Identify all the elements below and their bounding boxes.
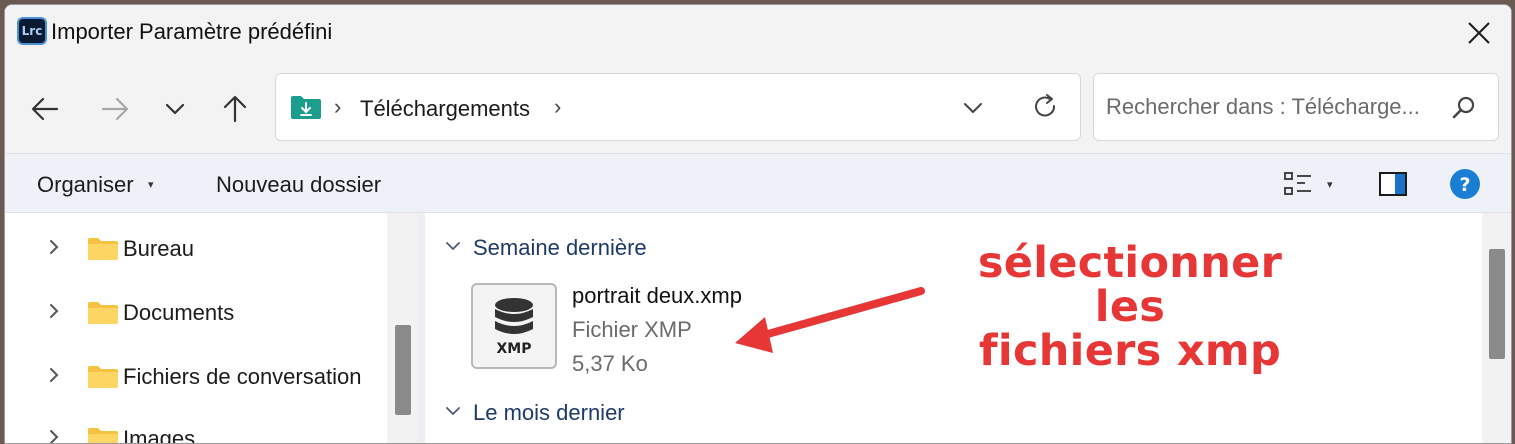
recent-locations-button[interactable]	[157, 91, 193, 127]
navigation-pane: Bureau Documents Fichiers de conversatio…	[5, 213, 417, 444]
xmp-file-label: XMP	[496, 341, 532, 357]
help-label: ?	[1459, 174, 1470, 196]
help-icon: ?	[1450, 169, 1480, 199]
group-header-semaine-derniere[interactable]: Semaine dernière	[445, 235, 647, 265]
refresh-icon[interactable]	[1030, 92, 1060, 122]
annotation-line-2: fichiers xmp	[978, 326, 1282, 376]
downloads-folder-icon	[291, 96, 321, 119]
group-label: Le mois dernier	[473, 400, 625, 425]
arrow-up-icon	[223, 95, 247, 123]
tree-item-label: Bureau	[123, 236, 194, 261]
help-button[interactable]: ?	[1449, 168, 1481, 200]
file-name[interactable]: portrait deux.xmp	[572, 283, 742, 309]
arrow-right-icon	[101, 97, 129, 121]
tree-item-images[interactable]: Images	[5, 419, 395, 444]
search-icon[interactable]	[1450, 94, 1478, 122]
group-label: Semaine dernière	[473, 235, 647, 260]
view-options-icon[interactable]	[1283, 170, 1313, 198]
chevron-down-icon	[446, 407, 460, 416]
import-preset-dialog: Lrc Importer Paramètre prédéfini › Téléc…	[4, 4, 1512, 444]
annotation-line-1: sélectionner les	[977, 238, 1283, 332]
breadcrumb-separator[interactable]: ›	[334, 94, 341, 120]
close-icon	[1468, 22, 1490, 44]
close-button[interactable]	[1457, 13, 1501, 53]
breadcrumb-telechargements[interactable]: Téléchargements	[360, 96, 530, 122]
chevron-down-icon	[446, 242, 460, 251]
command-bar: Organiser ▾ Nouveau dossier ▾ ?	[5, 153, 1511, 213]
tree-item-label: Fichiers de conversation	[123, 364, 362, 389]
file-type: Fichier XMP	[572, 317, 692, 342]
pane-divider[interactable]	[417, 213, 425, 443]
group-header-le-mois-dernier[interactable]: Le mois dernier	[445, 400, 625, 430]
tree-item-bureau[interactable]: Bureau	[5, 229, 395, 269]
annotation-text: sélectionner les fichiers xmp	[945, 241, 1315, 373]
forward-button[interactable]	[97, 91, 133, 127]
folder-icon	[88, 428, 118, 443]
back-button[interactable]	[27, 91, 63, 127]
tree-item-documents[interactable]: Documents	[5, 293, 395, 333]
chevron-right-icon[interactable]	[47, 301, 61, 321]
lightroom-logo-icon: Lrc	[17, 17, 47, 45]
file-size: 5,37 Ko	[572, 351, 648, 376]
up-button[interactable]	[217, 91, 253, 127]
chevron-down-icon[interactable]	[960, 96, 986, 120]
chevron-right-icon[interactable]	[47, 365, 61, 385]
title-bar: Lrc Importer Paramètre prédéfini	[5, 5, 1511, 61]
folder-icon	[88, 366, 118, 388]
folder-icon	[88, 238, 118, 260]
xmp-file-icon[interactable]: XMP	[471, 283, 557, 369]
search-input[interactable]	[1106, 92, 1436, 122]
tree-scrollbar-thumb[interactable]	[395, 325, 411, 415]
tree-item-fichiers-de-conversation[interactable]: Fichiers de conversation	[5, 357, 395, 397]
file-list: Semaine dernière XMP portrait deux.xmp F…	[425, 213, 1511, 443]
window-title: Importer Paramètre prédéfini	[51, 19, 333, 44]
navigation-bar: › Téléchargements ›	[5, 61, 1511, 157]
address-bar[interactable]: › Téléchargements ›	[275, 73, 1081, 141]
caret-down-icon[interactable]: ▾	[1327, 178, 1333, 191]
file-list-scrollbar-thumb[interactable]	[1489, 249, 1505, 359]
caret-down-icon: ▾	[148, 179, 154, 191]
chevron-right-icon[interactable]	[47, 427, 61, 444]
search-box[interactable]	[1093, 73, 1499, 141]
arrow-left-icon	[31, 97, 59, 121]
breadcrumb-separator[interactable]: ›	[554, 94, 561, 120]
folder-icon	[88, 302, 118, 324]
tree-item-label: Documents	[123, 300, 235, 325]
details-pane-icon[interactable]	[1377, 170, 1409, 198]
new-folder-button[interactable]: Nouveau dossier	[216, 172, 381, 198]
annotation-arrow-icon	[735, 287, 925, 353]
organiser-menu-button[interactable]: Organiser	[37, 172, 134, 198]
chevron-down-icon	[165, 103, 185, 115]
tree-item-label: Images	[123, 426, 196, 444]
chevron-right-icon[interactable]	[47, 237, 61, 257]
